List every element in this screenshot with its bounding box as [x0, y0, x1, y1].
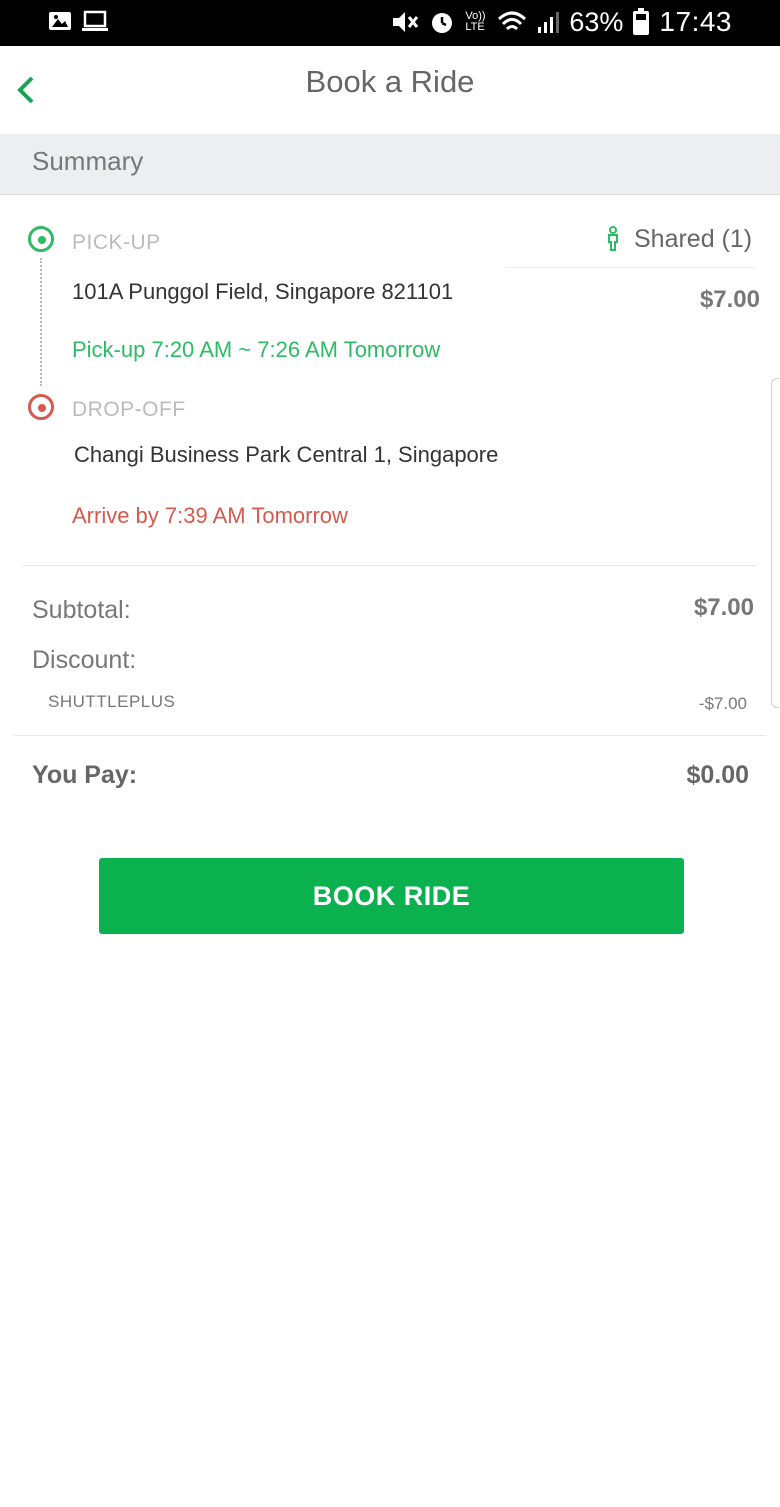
image-icon	[49, 12, 71, 30]
pickup-marker-icon	[28, 226, 54, 252]
mute-icon	[393, 12, 419, 32]
alarm-icon	[432, 13, 453, 33]
laptop-icon	[82, 10, 108, 31]
you-pay-label: You Pay:	[32, 761, 138, 789]
discount-code: SHUTTLEPLUS	[48, 692, 176, 711]
wifi-icon	[498, 11, 527, 31]
status-bar: Vo)) LTE 63% 17:43	[0, 0, 780, 46]
dropoff-time: Arrive by 7:39 AM Tomorrow	[72, 503, 348, 528]
book-ride-button[interactable]: BOOK RIDE	[99, 858, 684, 934]
pickup-time: Pick-up 7:20 AM ~ 7:26 AM Tomorrow	[72, 337, 441, 362]
divider	[22, 565, 757, 566]
battery-icon	[633, 8, 650, 35]
discount-label: Discount:	[32, 646, 137, 674]
subtotal-label: Subtotal:	[32, 596, 131, 624]
ride-type-label: Shared (1)	[634, 225, 753, 253]
volte-icon: Vo)) LTE	[465, 10, 486, 33]
signal-icon	[538, 12, 560, 33]
ride-type: Shared (1)	[506, 223, 756, 268]
scrollbar[interactable]	[771, 378, 779, 708]
summary-section-header: Summary	[0, 134, 780, 195]
dropoff-address: Changi Business Park Central 1, Singapor…	[74, 442, 499, 467]
discount-value: -$7.00	[698, 694, 747, 713]
person-icon	[608, 226, 618, 251]
status-right-icons: Vo)) LTE 63% 17:43	[391, 6, 732, 38]
pickup-label: PICK-UP	[72, 231, 161, 254]
pickup-address: 101A Punggol Field, Singapore 821101	[72, 279, 454, 304]
status-time: 17:43	[659, 6, 732, 37]
ride-price: $7.00	[699, 286, 760, 313]
you-pay-value: $0.00	[686, 761, 749, 789]
dropoff-marker-icon	[28, 394, 54, 420]
dropoff-label: DROP-OFF	[72, 398, 186, 421]
app-header: Book a Ride	[0, 46, 780, 135]
summary-label: Summary	[32, 146, 144, 176]
status-left-icons	[48, 9, 108, 33]
subtotal-value: $7.00	[693, 594, 754, 621]
divider	[14, 735, 766, 736]
page-title: Book a Ride	[305, 64, 475, 99]
route-connector	[40, 258, 42, 386]
battery-percent: 63%	[569, 6, 624, 37]
